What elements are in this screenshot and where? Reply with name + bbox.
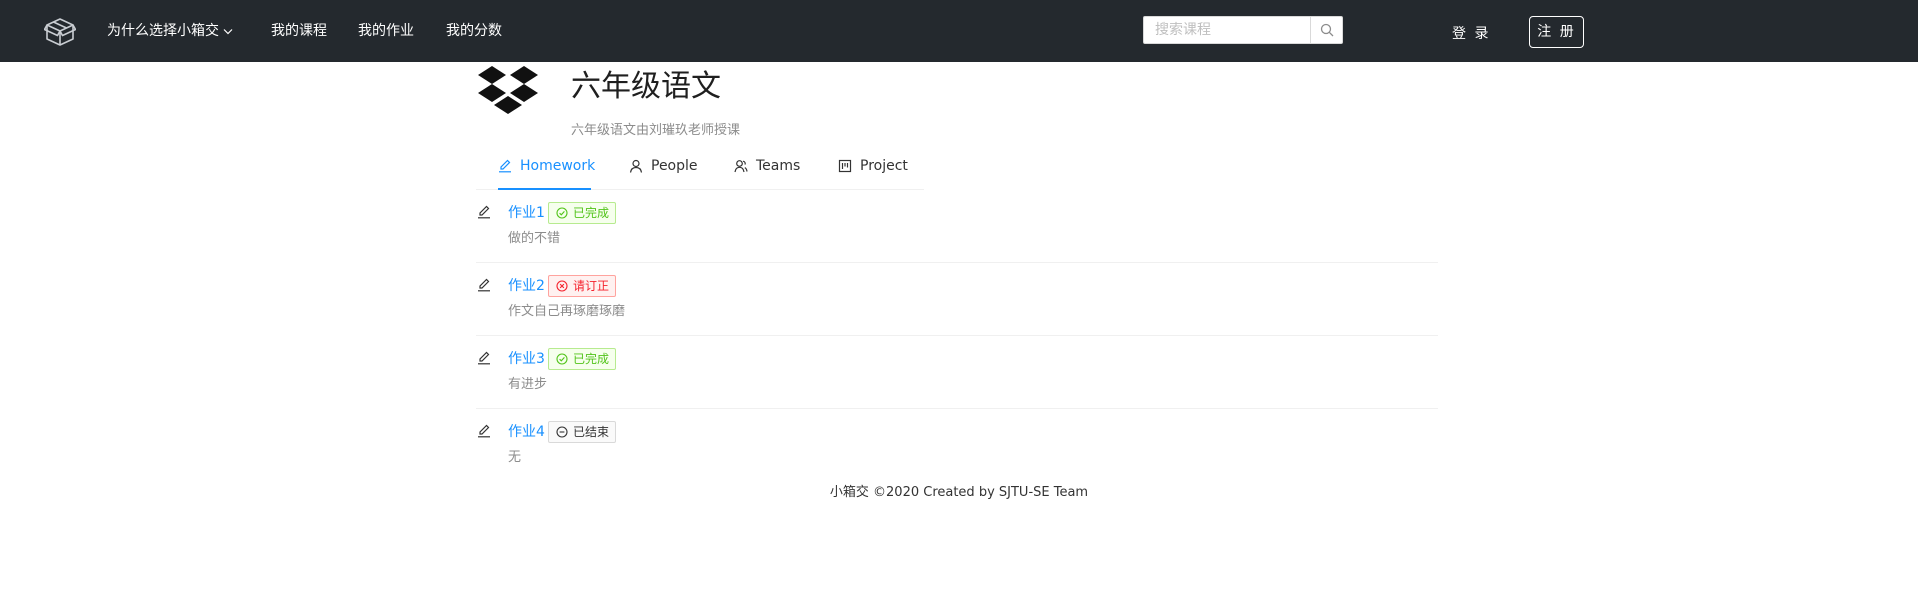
status-badge-label: 请订正 bbox=[573, 279, 610, 293]
nav-my-courses[interactable]: 我的课程 bbox=[271, 22, 327, 40]
homework-comment: 有进步 bbox=[508, 377, 548, 392]
list-item: 作业2 请订正 作文自己再琢磨琢磨 bbox=[476, 263, 1438, 336]
status-badge: 请订正 bbox=[548, 275, 617, 297]
tab-teams-label: Teams bbox=[756, 158, 801, 174]
homework-comment: 做的不错 bbox=[508, 231, 561, 246]
close-circle-icon bbox=[556, 280, 568, 292]
homework-comment: 作文自己再琢磨琢磨 bbox=[508, 304, 626, 319]
homework-title-link[interactable]: 作业2 bbox=[508, 277, 545, 295]
edit-icon[interactable] bbox=[477, 351, 491, 365]
homework-comment: 无 bbox=[508, 450, 522, 465]
login-button[interactable]: 登 录 bbox=[1452, 23, 1490, 43]
status-badge: 已结束 bbox=[548, 421, 617, 443]
edit-icon[interactable] bbox=[477, 278, 491, 292]
course-description: 六年级语文由刘璀玖老师授课 bbox=[571, 123, 741, 138]
tab-homework[interactable]: Homework bbox=[498, 157, 595, 175]
dropbox-logo-icon bbox=[478, 66, 538, 114]
box-icon[interactable] bbox=[44, 17, 76, 47]
status-badge-label: 已完成 bbox=[573, 352, 610, 366]
minus-circle-icon bbox=[556, 426, 568, 438]
footer-text: 小箱交 ©2020 Created by SJTU-SE Team bbox=[829, 485, 1089, 500]
list-item: 作业4 已结束 无 bbox=[476, 409, 1438, 482]
user-icon bbox=[629, 159, 643, 173]
homework-list: 作业1 已完成 做的不错 作业2 请订正 作文自己再琢磨琢磨 作业3 已完成 有… bbox=[476, 190, 1438, 482]
search-input[interactable] bbox=[1144, 17, 1312, 43]
list-item: 作业3 已完成 有进步 bbox=[476, 336, 1438, 409]
homework-title-link[interactable]: 作业3 bbox=[508, 350, 545, 368]
edit-icon bbox=[499, 159, 511, 173]
edit-icon[interactable] bbox=[477, 205, 491, 219]
nav-my-scores[interactable]: 我的分数 bbox=[446, 22, 502, 40]
homework-title-link[interactable]: 作业4 bbox=[508, 423, 545, 441]
search-button[interactable] bbox=[1310, 17, 1342, 43]
tab-homework-label: Homework bbox=[520, 158, 596, 174]
nav-why-choose[interactable]: 为什么选择小箱交 bbox=[107, 22, 233, 40]
status-badge: 已完成 bbox=[548, 202, 617, 224]
top-navbar: 为什么选择小箱交 我的课程 我的作业 我的分数 登 录 注 册 bbox=[0, 0, 1918, 62]
check-circle-icon bbox=[556, 353, 568, 365]
team-icon bbox=[734, 160, 748, 173]
tab-project-label: Project bbox=[860, 158, 908, 174]
homework-title-link[interactable]: 作业1 bbox=[508, 204, 545, 222]
chevron-down-icon bbox=[223, 28, 233, 34]
register-button[interactable]: 注 册 bbox=[1529, 16, 1584, 48]
tab-people[interactable]: People bbox=[629, 157, 698, 175]
tab-teams[interactable]: Teams bbox=[734, 157, 800, 175]
status-badge-label: 已结束 bbox=[573, 425, 610, 439]
course-title: 六年级语文 bbox=[571, 69, 721, 104]
check-circle-icon bbox=[556, 207, 568, 219]
status-badge: 已完成 bbox=[548, 348, 617, 370]
search-icon bbox=[1320, 23, 1333, 37]
status-badge-label: 已完成 bbox=[573, 206, 610, 220]
list-item: 作业1 已完成 做的不错 bbox=[476, 190, 1438, 263]
project-icon bbox=[838, 159, 852, 173]
course-tabs: Homework People Teams Project bbox=[476, 150, 924, 190]
edit-icon[interactable] bbox=[477, 424, 491, 438]
nav-my-homework[interactable]: 我的作业 bbox=[358, 22, 414, 40]
tab-project[interactable]: Project bbox=[838, 157, 908, 175]
search-box bbox=[1143, 16, 1343, 44]
nav-why-label: 为什么选择小箱交 bbox=[107, 23, 219, 39]
tab-people-label: People bbox=[651, 158, 698, 174]
